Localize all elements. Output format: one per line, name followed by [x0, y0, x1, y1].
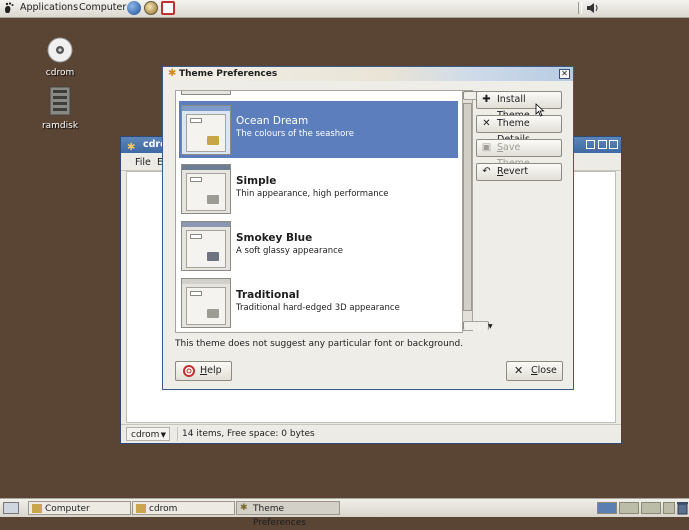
close-icon[interactable]: ✕ — [559, 69, 570, 79]
help-lifebuoy-icon — [183, 365, 195, 377]
theme-description: Traditional hard-edged 3D appearance — [236, 303, 400, 313]
window-menu-icon[interactable]: ✱ — [168, 67, 176, 81]
email-client-icon[interactable] — [144, 1, 158, 15]
theme-row-partial[interactable] — [176, 91, 462, 98]
status-text: 14 items, Free space: 0 bytes — [177, 427, 315, 441]
save-icon: ▣ — [481, 142, 492, 153]
help-button[interactable]: Help — [175, 361, 232, 381]
panel-separator — [578, 2, 582, 14]
theme-row-smokey-blue[interactable]: Smokey Blue A soft glassy appearance — [176, 217, 462, 274]
revert-button[interactable]: ↶ Revert — [476, 163, 562, 181]
theme-icon: ✱ — [240, 503, 248, 513]
task-cdrom[interactable]: cdrom — [132, 501, 235, 515]
close-label: Close — [531, 365, 557, 376]
task-label: Computer — [45, 504, 90, 514]
mouse-cursor-icon — [535, 103, 545, 117]
plus-icon: ✚ — [482, 94, 491, 105]
folder-icon — [32, 504, 42, 513]
theme-description: A soft glassy appearance — [236, 246, 344, 256]
workspace-4[interactable] — [663, 502, 675, 514]
help-lifebuoy-icon[interactable] — [161, 1, 175, 15]
maximize-icon[interactable] — [598, 140, 607, 149]
desktop-icon-label: ramdisk — [41, 121, 79, 131]
bottom-panel: Computer cdrom ✱ Theme Preferences — [0, 498, 689, 528]
volume-icon[interactable] — [586, 2, 600, 14]
theme-description: Thin appearance, high performance — [236, 189, 389, 199]
theme-list-scrollbar[interactable]: ▲ ▼ — [462, 90, 493, 331]
desktop-icon-ramdisk[interactable]: ramdisk — [35, 86, 85, 131]
menu-file[interactable]: File — [135, 157, 151, 168]
theme-name: Smokey Blue — [236, 232, 313, 244]
close-icon: ✕ — [514, 364, 524, 377]
theme-preview-icon — [181, 164, 231, 214]
location-combo[interactable]: cdrom ▼ — [126, 427, 170, 441]
minimize-icon[interactable] — [586, 140, 595, 149]
install-theme-button[interactable]: ✚ Install Theme... — [476, 91, 562, 121]
theme-preview-icon — [181, 91, 231, 95]
workspace-3[interactable] — [641, 502, 661, 514]
workspace-2[interactable] — [619, 502, 639, 514]
tools-icon: ✕ — [482, 118, 491, 129]
scrollbar-thumb[interactable] — [463, 103, 472, 311]
theme-description: The colours of the seashore — [236, 129, 354, 139]
chevron-down-icon: ▼ — [160, 431, 166, 439]
theme-preview-icon — [181, 278, 231, 328]
close-button[interactable]: ✕ Close — [506, 361, 563, 381]
theme-row-ocean-dream[interactable]: Ocean Dream The colours of the seashore — [176, 100, 462, 158]
theme-preview-icon — [181, 105, 231, 155]
theme-name: Traditional — [236, 289, 300, 301]
revert-label: Revert — [497, 166, 529, 177]
close-icon[interactable] — [609, 140, 618, 149]
theme-row-simple[interactable]: Simple Thin appearance, high performance — [176, 160, 462, 217]
task-theme-preferences[interactable]: ✱ Theme Preferences — [236, 501, 340, 528]
location-combo-value: cdrom — [131, 430, 160, 440]
theme-name: Simple — [236, 175, 277, 187]
gnome-foot-icon[interactable] — [3, 2, 15, 14]
help-label: Help — [200, 365, 222, 376]
show-desktop-icon[interactable] — [3, 502, 19, 514]
save-theme-button[interactable]: ▣ Save Theme... — [476, 139, 562, 169]
theme-preview-icon — [181, 221, 231, 271]
theme-name: Ocean Dream — [236, 115, 309, 127]
workspace-1[interactable] — [597, 502, 617, 514]
ramdisk-icon — [49, 86, 71, 116]
task-label: Theme Preferences — [253, 504, 306, 528]
task-label: cdrom — [149, 504, 178, 514]
computer-menu[interactable]: Computer — [79, 2, 126, 13]
scroll-down-icon[interactable]: ▼ — [463, 321, 493, 330]
trash-icon[interactable] — [677, 501, 688, 515]
top-panel: Applications Computer — [0, 0, 689, 18]
dialog-title: Theme Preferences — [179, 69, 278, 79]
theme-row-traditional[interactable]: Traditional Traditional hard-edged 3D ap… — [176, 274, 462, 331]
cdrom-icon — [47, 37, 73, 63]
desktop-icon-label: cdrom — [45, 68, 75, 78]
theme-preferences-dialog: ✱ Theme Preferences ✕ Ocean Dream The co… — [162, 66, 574, 390]
web-browser-icon[interactable] — [127, 1, 141, 15]
dialog-titlebar[interactable]: ✱ Theme Preferences ✕ — [163, 67, 573, 81]
revert-icon: ↶ — [482, 166, 491, 177]
theme-details-button[interactable]: ✕ Theme Details — [476, 115, 562, 145]
theme-list: Ocean Dream The colours of the seashore … — [175, 90, 463, 333]
task-computer[interactable]: Computer — [28, 501, 131, 515]
desktop-icon-cdrom[interactable]: cdrom — [35, 37, 85, 78]
applications-menu[interactable]: Applications — [20, 2, 78, 13]
folder-icon — [136, 504, 146, 513]
theme-info-text: This theme does not suggest any particul… — [175, 339, 464, 349]
cdrom-statusbar: cdrom ▼ 14 items, Free space: 0 bytes — [121, 424, 621, 443]
